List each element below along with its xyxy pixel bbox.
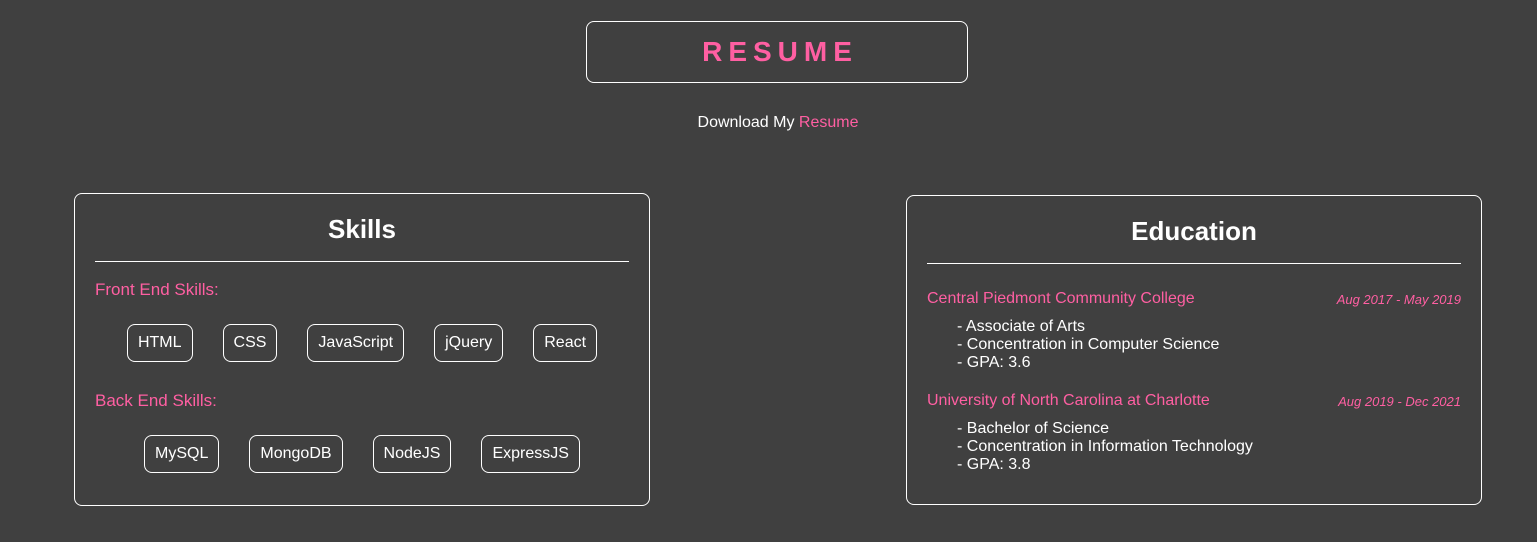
skill-chip-react: React: [533, 324, 598, 362]
skills-heading: Skills: [328, 214, 396, 244]
skills-card: Skills Front End Skills: HTML CSS JavaSc…: [74, 193, 650, 506]
download-prefix-text: Download My: [697, 114, 795, 131]
skills-divider: [95, 261, 629, 262]
education-details-2: - Bachelor of Science - Concentration in…: [957, 420, 1253, 474]
front-end-skills-list: HTML CSS JavaScript jQuery React: [75, 324, 649, 362]
education-card: Education Central Piedmont Community Col…: [906, 195, 1482, 505]
skill-chip-css: CSS: [222, 324, 278, 362]
education-dates-1: Aug 2017 - May 2019: [1336, 292, 1461, 307]
front-end-skills-label: Front End Skills:: [95, 280, 219, 299]
skill-chip-expressjs: ExpressJS: [481, 435, 580, 473]
back-end-skills-list: MySQL MongoDB NodeJS ExpressJS: [75, 435, 649, 473]
education-detail-item: - Associate of Arts: [957, 318, 1086, 335]
skill-chip-mysql: MySQL: [144, 435, 220, 473]
page-title: RESUME: [702, 36, 858, 67]
education-detail-item: - GPA: 3.6: [957, 354, 1031, 371]
education-school-2: University of North Carolina at Charlott…: [927, 392, 1210, 409]
resume-page: RESUME Download My Resume Skills Front E…: [0, 0, 1537, 542]
education-heading: Education: [1131, 216, 1257, 246]
education-detail-item: - Concentration in Computer Science: [957, 336, 1220, 353]
back-end-skills-label: Back End Skills:: [95, 391, 217, 410]
education-detail-item: - Bachelor of Science: [957, 420, 1110, 437]
education-dates-2: Aug 2019 - Dec 2021: [1338, 394, 1461, 409]
education-school-1: Central Piedmont Community College: [927, 290, 1195, 307]
education-divider: [927, 263, 1461, 264]
skill-chip-javascript: JavaScript: [307, 324, 405, 362]
education-detail-item: - GPA: 3.8: [957, 456, 1031, 473]
education-detail-item: - Concentration in Information Technolog…: [957, 438, 1253, 455]
skill-chip-nodejs: NodeJS: [372, 435, 452, 473]
download-resume-line: Download My Resume: [0, 114, 1537, 132]
resume-title-box: RESUME: [586, 21, 968, 83]
download-resume-link[interactable]: Resume: [799, 114, 859, 131]
skill-chip-jquery: jQuery: [434, 324, 504, 362]
education-details-1: - Associate of Arts - Concentration in C…: [957, 318, 1219, 372]
skill-chip-html: HTML: [126, 324, 193, 362]
skill-chip-mongodb: MongoDB: [249, 435, 343, 473]
